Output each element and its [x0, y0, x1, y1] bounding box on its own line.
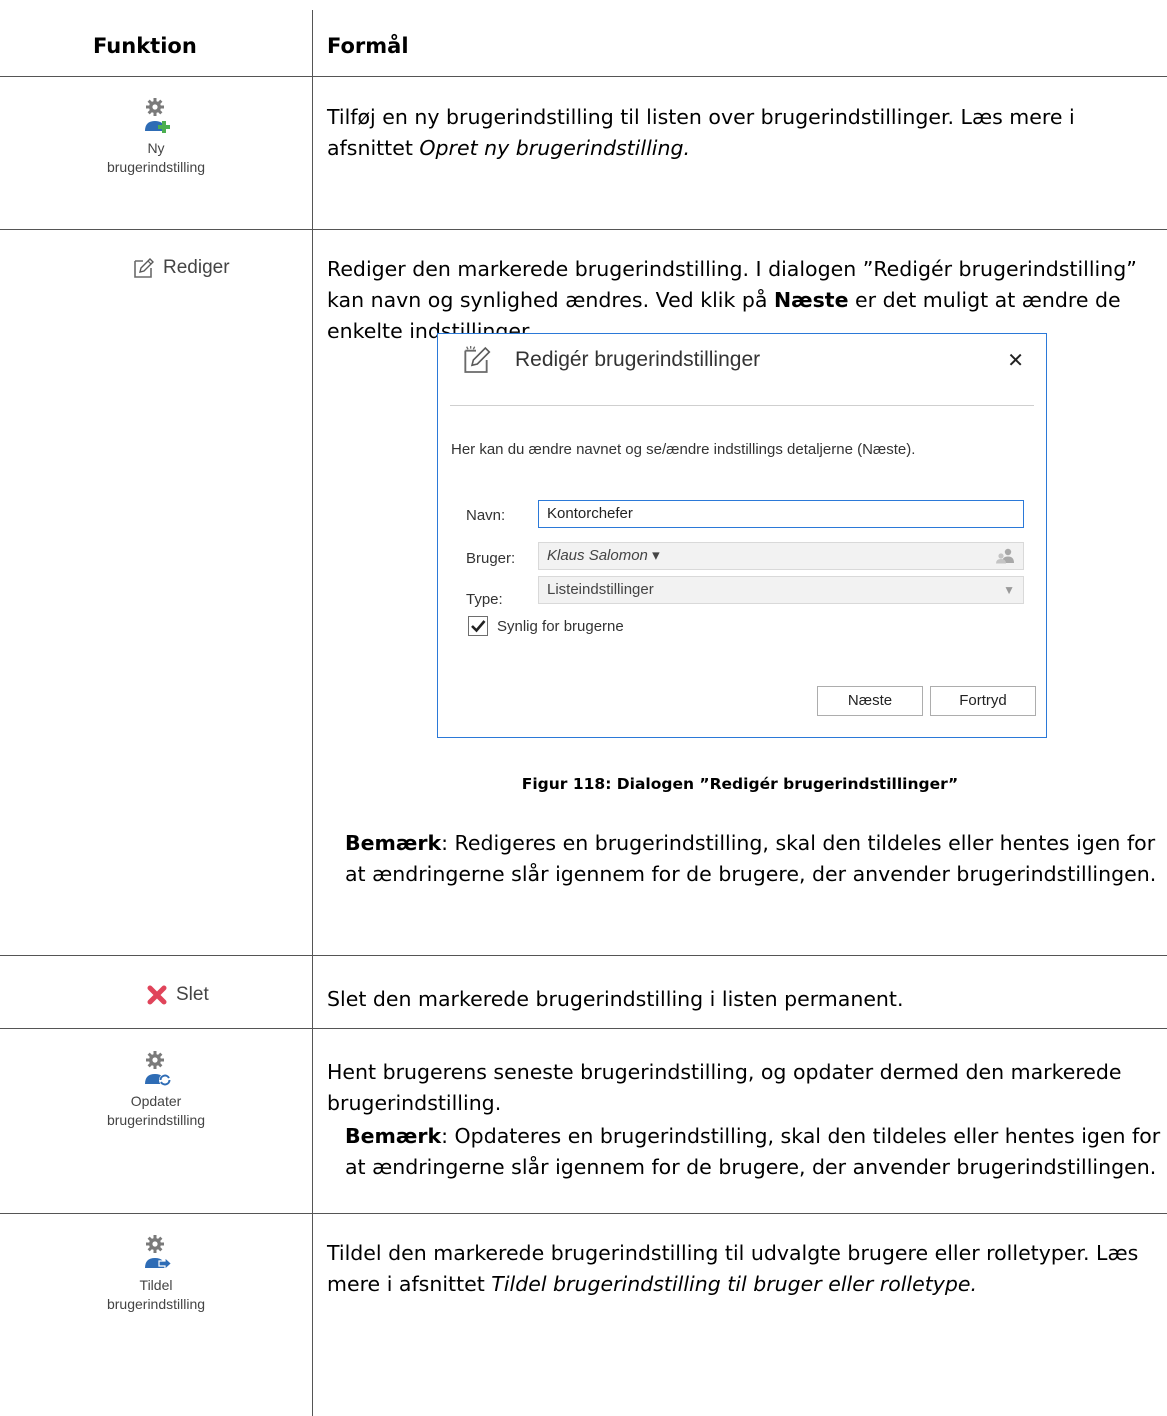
chevron-down-icon: ▾ — [652, 547, 660, 564]
gear-person-add-icon — [145, 98, 170, 133]
dialog-info-text: Her kan du ændre navnet og se/ændre inds… — [451, 441, 916, 458]
assign-description: Tildel den markerede brugerindstilling t… — [327, 1238, 1167, 1300]
delete-description: Slet den markerede brugerindstilling i l… — [327, 987, 904, 1011]
cancel-button[interactable]: Fortryd — [930, 686, 1036, 716]
new-user-setting-description: Tilføj en ny brugerindstilling til liste… — [327, 102, 1167, 164]
assign-user-setting-button[interactable]: Tildel brugerindstilling — [0, 1234, 312, 1314]
update-user-setting-label-2: brugerindstilling — [106, 1112, 206, 1128]
visible-for-users-checkbox: Synlig for brugerne — [468, 616, 624, 636]
next-emphasis: Næste — [773, 288, 849, 312]
edit-pencil-icon — [134, 258, 154, 278]
check-icon — [471, 620, 486, 633]
name-field[interactable]: Kontorchefer — [538, 500, 1024, 528]
note-label: Bemærk — [345, 831, 442, 855]
type-value: Listeindstillinger — [547, 581, 654, 598]
assign-user-setting-label-1: Tildel — [139, 1277, 173, 1293]
update-user-setting-label-1: Opdater — [130, 1093, 182, 1109]
gear-person-assign-icon — [145, 1235, 173, 1271]
delete-button[interactable]: Slet — [146, 984, 209, 1006]
name-label: Navn: — [466, 507, 506, 524]
section-reference: Tildel brugerindstilling til bruger elle… — [491, 1272, 978, 1296]
update-description: Hent brugerens seneste brugerindstilling… — [327, 1060, 1122, 1115]
type-label: Type: — [466, 591, 503, 608]
new-user-setting-label-2: brugerindstilling — [106, 159, 206, 175]
update-note: Bemærk: Opdateres en brugerindstilling, … — [345, 1121, 1167, 1183]
user-label: Bruger: — [466, 550, 516, 567]
next-button[interactable]: Næste — [817, 686, 923, 716]
edit-note: Bemærk: Redigeres en brugerindstilling, … — [345, 828, 1167, 890]
header-rule — [0, 76, 1167, 77]
edit-user-settings-dialog: Redigér brugerindstillinger ✕ Her kan du… — [437, 333, 1047, 738]
column-divider — [312, 10, 313, 1416]
row-rule — [0, 955, 1167, 956]
assign-user-setting-label-2: brugerindstilling — [106, 1296, 206, 1312]
user-field: Klaus Salomon ▾ — [538, 542, 1024, 570]
row-rule — [0, 1028, 1167, 1029]
dialog-title: Redigér brugerindstillinger — [515, 348, 761, 371]
new-user-setting-button[interactable]: Ny brugerindstilling — [0, 97, 312, 177]
section-reference: Opret ny brugerindstilling. — [419, 136, 690, 160]
edit-label: Rediger — [163, 257, 230, 278]
checkbox-label: Synlig for brugerne — [497, 617, 624, 635]
user-value: Klaus Salomon — [547, 547, 648, 564]
note-text: : Opdateres en brugerindstilling, skal d… — [345, 1124, 1161, 1179]
edit-button[interactable]: Rediger — [131, 256, 230, 280]
delete-x-icon — [147, 985, 167, 1005]
note-label: Bemærk — [345, 1124, 442, 1148]
update-user-setting-button[interactable]: Opdater brugerindstilling — [0, 1050, 312, 1130]
type-select: Listeindstillinger ▼ — [538, 576, 1024, 604]
edit-pencil-icon — [460, 344, 492, 381]
user-picker-icon — [996, 548, 1014, 564]
dialog-divider — [450, 405, 1034, 406]
checkbox-box — [468, 616, 488, 636]
gear-person-refresh-icon — [145, 1051, 171, 1086]
close-icon[interactable]: ✕ — [1007, 348, 1024, 373]
header-purpose: Formål — [327, 34, 409, 58]
row-rule — [0, 229, 1167, 230]
note-text: : Redigeres en brugerindstilling, skal d… — [345, 831, 1157, 886]
row-rule — [0, 1213, 1167, 1214]
figure-caption: Figur 118: Dialogen ”Redigér brugerindst… — [521, 775, 959, 793]
header-function: Funktion — [93, 34, 197, 58]
delete-label: Slet — [176, 984, 209, 1005]
chevron-down-icon: ▼ — [1003, 583, 1015, 597]
new-user-setting-label-1: Ny — [147, 140, 165, 156]
